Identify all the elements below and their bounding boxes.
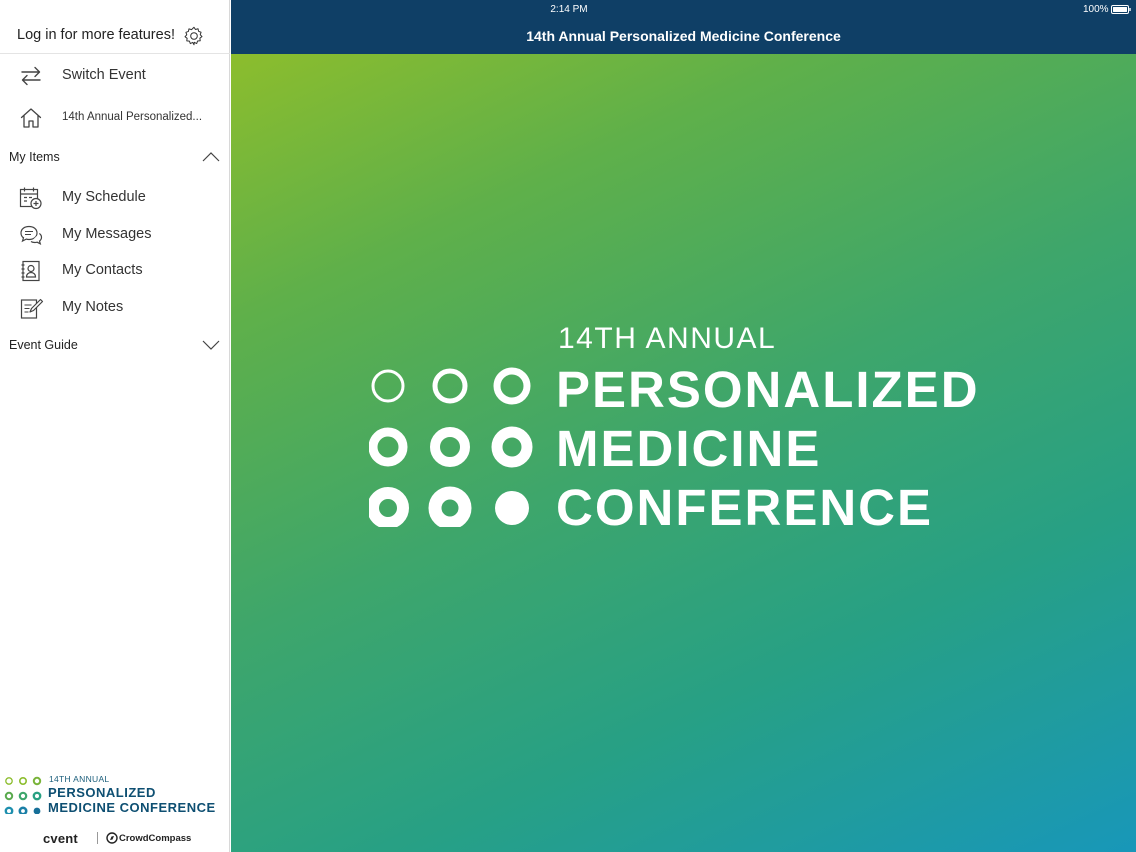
gear-icon[interactable]	[183, 25, 205, 47]
home-event-button[interactable]: 14th Annual Personalized...	[0, 99, 230, 135]
crowdcompass-logo-icon	[106, 832, 118, 844]
my-items-section-toggle[interactable]: My Items	[0, 142, 230, 172]
home-icon	[20, 108, 42, 128]
banner-line1: PERSONALIZED	[556, 361, 980, 418]
sidebar-item-my-messages[interactable]: My Messages	[0, 216, 230, 252]
switch-event-button[interactable]: Switch Event	[0, 57, 230, 93]
sidebar-item-my-schedule[interactable]: My Schedule	[0, 179, 230, 215]
chat-bubbles-icon	[20, 225, 43, 245]
my-contacts-label: My Contacts	[62, 262, 143, 278]
brand-divider	[97, 832, 98, 844]
cvent-logo: cvent	[43, 831, 78, 846]
login-prompt[interactable]: Log in for more features!	[17, 27, 175, 43]
crowdcompass-logo: CrowdCompass	[119, 833, 192, 844]
status-time: 2:14 PM	[550, 4, 588, 15]
chevron-down-icon	[202, 340, 220, 350]
battery-percent: 100%	[1083, 4, 1109, 15]
calendar-add-icon	[19, 187, 42, 210]
my-items-heading: My Items	[9, 150, 60, 164]
dot-grid-logo-icon	[369, 367, 533, 527]
brand-footer: cvent CrowdCompass	[0, 828, 230, 848]
chevron-up-icon	[202, 152, 220, 162]
login-row[interactable]: Log in for more features!	[0, 0, 230, 54]
banner-line3: CONFERENCE	[556, 479, 934, 536]
page-title: 14th Annual Personalized Medicine Confer…	[526, 28, 841, 44]
banner-line2: MEDICINE	[556, 420, 822, 477]
header-bar: 2:14 PM 100% 14th Annual Personalized Me…	[231, 0, 1136, 54]
contact-card-icon	[21, 260, 40, 282]
event-banner: 14TH ANNUAL PERSONALIZED MEDICINE CONFER…	[231, 54, 1136, 852]
footer-logo-annual: 14TH ANNUAL	[49, 774, 110, 784]
event-guide-section-toggle[interactable]: Event Guide	[0, 330, 230, 360]
switch-event-label: Switch Event	[62, 67, 146, 83]
dot-grid-logo-icon	[4, 776, 42, 814]
my-notes-label: My Notes	[62, 299, 124, 315]
note-pencil-icon	[20, 298, 44, 319]
footer-logo-line1: PERSONALIZED	[48, 785, 156, 800]
sidebar: Log in for more features! Switch Event 1…	[0, 0, 230, 852]
battery-icon	[1111, 5, 1131, 14]
main-content: 2:14 PM 100% 14th Annual Personalized Me…	[231, 0, 1136, 852]
my-messages-label: My Messages	[62, 226, 152, 242]
sidebar-item-my-notes[interactable]: My Notes	[0, 289, 230, 325]
conference-logo: 14TH ANNUAL PERSONALIZED MEDICINE CONFER…	[0, 770, 230, 820]
footer-logo-line2: MEDICINE CONFERENCE	[48, 800, 216, 815]
home-event-label: 14th Annual Personalized...	[62, 111, 203, 123]
my-schedule-label: My Schedule	[62, 189, 146, 205]
banner-annual: 14TH ANNUAL	[558, 322, 777, 355]
event-guide-heading: Event Guide	[9, 338, 78, 352]
sidebar-item-my-contacts[interactable]: My Contacts	[0, 252, 230, 288]
swap-arrows-icon	[21, 66, 41, 86]
